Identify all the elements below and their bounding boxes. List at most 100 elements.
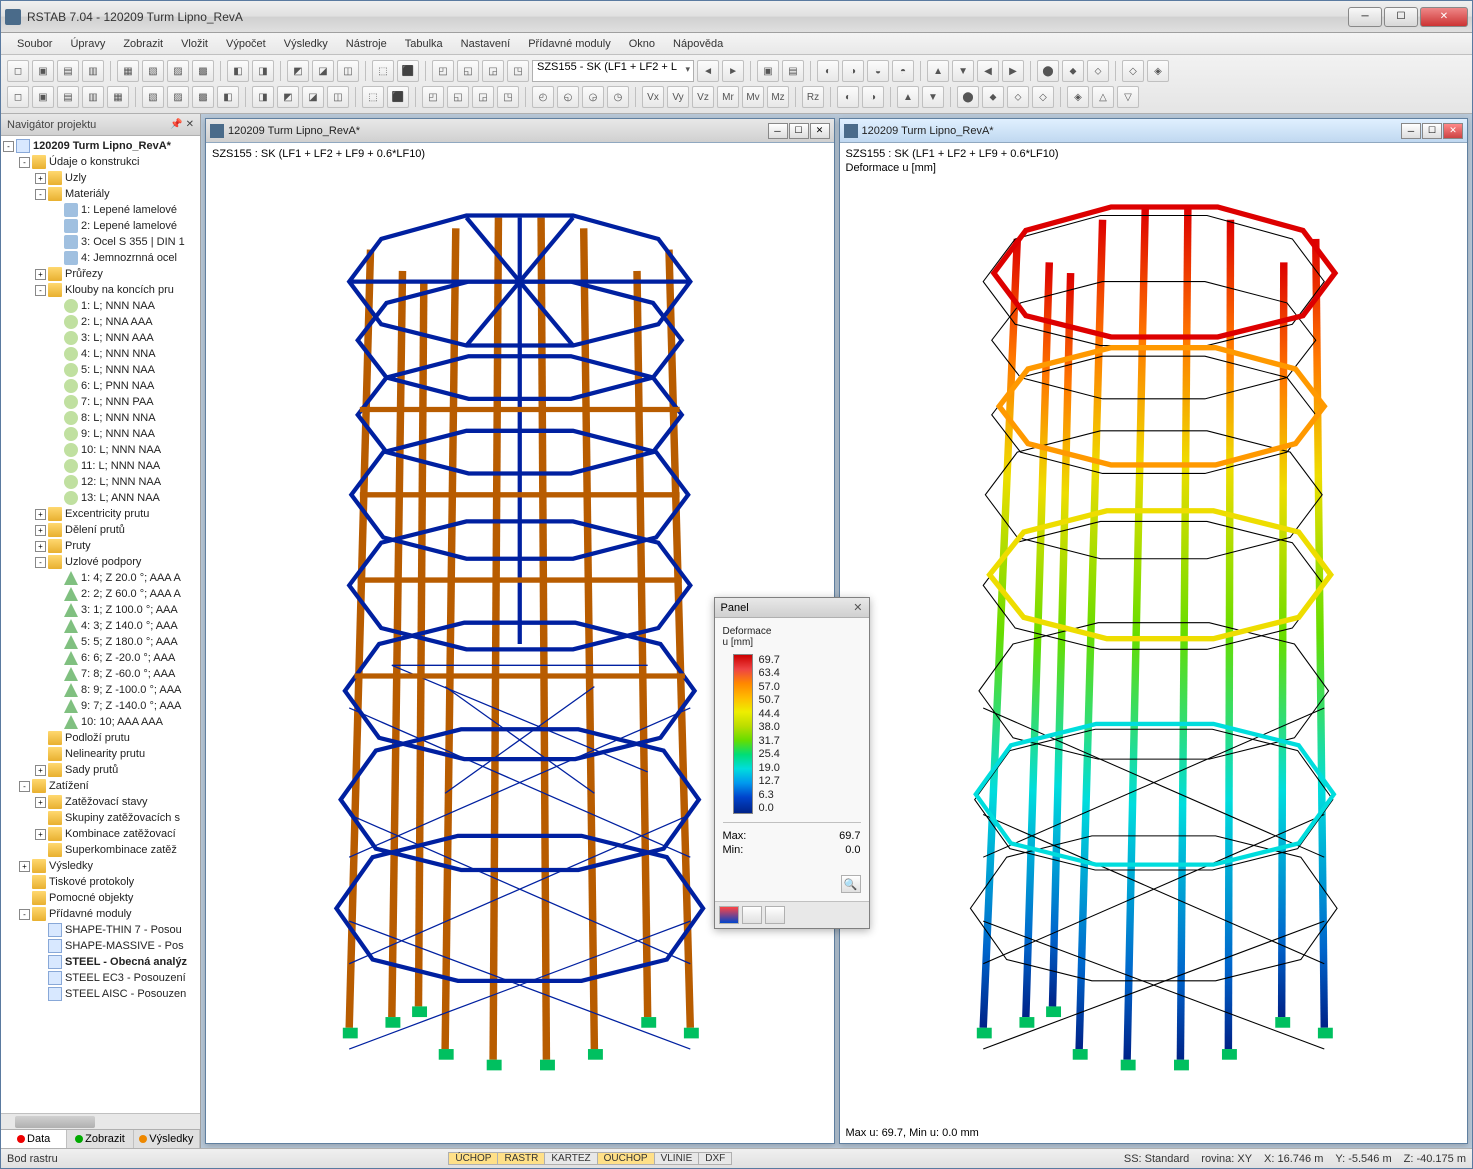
tree-node[interactable]: 2: 2; Z 60.0 °; AAA A: [3, 586, 198, 602]
tree-node[interactable]: 6: 6; Z -20.0 °; AAA: [3, 650, 198, 666]
toolbar-button[interactable]: ▥: [82, 60, 104, 82]
toolbar-button[interactable]: ◑: [862, 86, 884, 108]
panel-tab-filter-icon[interactable]: [765, 906, 785, 924]
tree-node[interactable]: 2: L; NNA AAA: [3, 314, 198, 330]
tree-toggle-icon[interactable]: -: [19, 157, 30, 168]
tree-node[interactable]: 1: 4; Z 20.0 °; AAA A: [3, 570, 198, 586]
panel-header[interactable]: Panel ✕: [715, 598, 869, 618]
menu-úpravy[interactable]: Úpravy: [62, 36, 113, 52]
toolbar-button[interactable]: Mz: [767, 86, 789, 108]
tree-node[interactable]: -Zatížení: [3, 778, 198, 794]
tree-node[interactable]: 7: L; NNN PAA: [3, 394, 198, 410]
tree-node[interactable]: -Materiály: [3, 186, 198, 202]
tree-node[interactable]: Pomocné objekty: [3, 890, 198, 906]
panel-zoom-icon[interactable]: 🔍: [841, 875, 861, 893]
toolbar-button[interactable]: ▣: [32, 86, 54, 108]
toolbar-button[interactable]: ◧: [227, 60, 249, 82]
loadcase-dropdown[interactable]: SZS155 - SK (LF1 + LF2 + L: [532, 60, 694, 82]
tree-toggle-icon[interactable]: -: [19, 909, 30, 920]
toolbar-button[interactable]: ▤: [782, 60, 804, 82]
toolbar-button[interactable]: ⬥: [1062, 60, 1084, 82]
toolbar-button[interactable]: ▤: [57, 60, 79, 82]
toolbar-button[interactable]: ▥: [82, 86, 104, 108]
toolbar-button[interactable]: ◳: [497, 86, 519, 108]
toolbar-button[interactable]: ⬦: [1007, 86, 1029, 108]
tree-node[interactable]: 3: L; NNN AAA: [3, 330, 198, 346]
menu-tabulka[interactable]: Tabulka: [397, 36, 451, 52]
toolbar-button[interactable]: ▣: [32, 60, 54, 82]
toolbar-button[interactable]: ◇: [1032, 86, 1054, 108]
toolbar-button[interactable]: ▦: [117, 60, 139, 82]
menu-soubor[interactable]: Soubor: [9, 36, 60, 52]
tree-node[interactable]: 8: L; NNN NNA: [3, 410, 198, 426]
toolbar-button[interactable]: ◪: [312, 60, 334, 82]
toolbar-button[interactable]: ▶: [1002, 60, 1024, 82]
toolbar-button[interactable]: Vy: [667, 86, 689, 108]
toolbar-button[interactable]: Mr: [717, 86, 739, 108]
toolbar-button[interactable]: ▩: [192, 60, 214, 82]
window-minimize[interactable]: ─: [1348, 7, 1382, 27]
toolbar-button[interactable]: ⬦: [1087, 60, 1109, 82]
toolbar-button[interactable]: ◫: [337, 60, 359, 82]
toolbar-button[interactable]: ◵: [557, 86, 579, 108]
toolbar-button[interactable]: ◱: [447, 86, 469, 108]
toolbar-button[interactable]: ◩: [277, 86, 299, 108]
toolbar-button[interactable]: ◲: [482, 60, 504, 82]
toolbar-button[interactable]: ◨: [252, 86, 274, 108]
mdi-close[interactable]: ✕: [1443, 123, 1463, 139]
toolbar-button[interactable]: ▨: [167, 60, 189, 82]
menu-výpočet[interactable]: Výpočet: [218, 36, 274, 52]
mdi-close[interactable]: ✕: [810, 123, 830, 139]
toolbar-button[interactable]: ◄: [697, 60, 719, 82]
toolbar-button[interactable]: Rz: [802, 86, 824, 108]
tree-node[interactable]: 9: L; NNN NAA: [3, 426, 198, 442]
tree-node[interactable]: +Excentricity prutu: [3, 506, 198, 522]
toolbar-button[interactable]: ◐: [817, 60, 839, 82]
tree-node[interactable]: 4: 3; Z 140.0 °; AAA: [3, 618, 198, 634]
tree-node[interactable]: 6: L; PNN NAA: [3, 378, 198, 394]
toolbar-button[interactable]: ⬤: [1037, 60, 1059, 82]
nav-tab-výsledky[interactable]: Výsledky: [134, 1130, 200, 1148]
tree-node[interactable]: +Sady prutů: [3, 762, 198, 778]
window-close[interactable]: ✕: [1420, 7, 1468, 27]
menu-přídavné moduly[interactable]: Přídavné moduly: [520, 36, 619, 52]
panel-tab-factors-icon[interactable]: [742, 906, 762, 924]
toolbar-button[interactable]: ◶: [582, 86, 604, 108]
tree-node[interactable]: STEEL AISC - Posouzen: [3, 986, 198, 1002]
toolbar-button[interactable]: ◳: [507, 60, 529, 82]
toolbar-button[interactable]: ▲: [897, 86, 919, 108]
tree-node[interactable]: +Výsledky: [3, 858, 198, 874]
toolbar-button[interactable]: ▦: [107, 86, 129, 108]
tree-node[interactable]: 4: Jemnozrnná ocel: [3, 250, 198, 266]
tree-toggle-icon[interactable]: +: [35, 269, 46, 280]
tree-node[interactable]: +Kombinace zatěžovací: [3, 826, 198, 842]
toolbar-button[interactable]: ◇: [1122, 60, 1144, 82]
tree-scrollbar-h[interactable]: [1, 1113, 200, 1129]
tree-node[interactable]: Skupiny zatěžovacích s: [3, 810, 198, 826]
status-toggle-rastr[interactable]: RASTR: [497, 1152, 545, 1165]
toolbar-button[interactable]: Vz: [692, 86, 714, 108]
toolbar-button[interactable]: ◨: [252, 60, 274, 82]
tree-node[interactable]: -Údaje o konstrukci: [3, 154, 198, 170]
toolbar-button[interactable]: ▣: [757, 60, 779, 82]
toolbar-button[interactable]: ⬥: [982, 86, 1004, 108]
tree-node[interactable]: 1: L; NNN NAA: [3, 298, 198, 314]
toolbar-button[interactable]: ◰: [422, 86, 444, 108]
tree-toggle-icon[interactable]: +: [35, 173, 46, 184]
toolbar-button[interactable]: ◻: [7, 60, 29, 82]
tree-node[interactable]: 8: 9; Z -100.0 °; AAA: [3, 682, 198, 698]
mdi-maximize[interactable]: ☐: [1422, 123, 1442, 139]
toolbar-button[interactable]: ⬤: [957, 86, 979, 108]
toolbar-button[interactable]: ▧: [142, 86, 164, 108]
toolbar-button[interactable]: ◐: [837, 86, 859, 108]
toolbar-button[interactable]: ◲: [472, 86, 494, 108]
tree-node[interactable]: 5: 5; Z 180.0 °; AAA: [3, 634, 198, 650]
tree-node[interactable]: -Uzlové podpory: [3, 554, 198, 570]
tree-node[interactable]: Nelinearity prutu: [3, 746, 198, 762]
tree-node[interactable]: 7: 8; Z -60.0 °; AAA: [3, 666, 198, 682]
toolbar-button[interactable]: ◧: [217, 86, 239, 108]
toolbar-button[interactable]: ◪: [302, 86, 324, 108]
tree-node[interactable]: 3: Ocel S 355 | DIN 1: [3, 234, 198, 250]
toolbar-button[interactable]: ▤: [57, 86, 79, 108]
toolbar-button[interactable]: ◷: [607, 86, 629, 108]
